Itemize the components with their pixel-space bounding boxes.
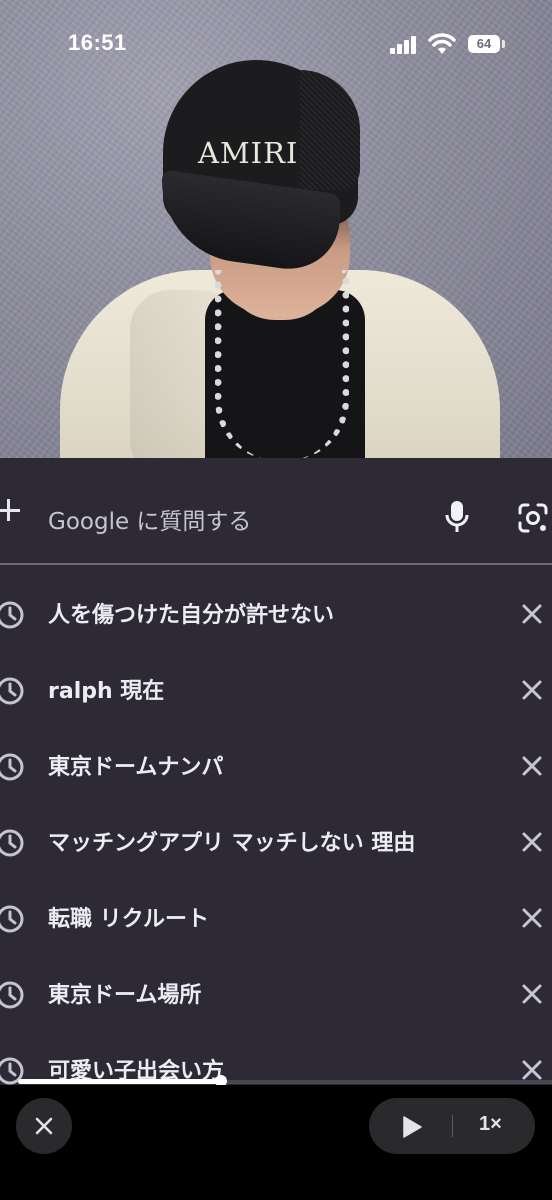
microphone-icon[interactable] [444,500,470,534]
close-icon[interactable] [521,755,543,777]
search-bar[interactable]: Google に質問する [0,458,552,565]
history-item[interactable]: マッチングアプリ マッチしない 理由 [0,803,552,879]
status-bar: 16:51 64 [0,0,552,90]
history-item-text: ralph 現在 [48,679,165,704]
battery-cap [502,40,505,48]
history-item[interactable]: 人を傷つけた自分が許せない [0,575,552,651]
close-icon[interactable] [521,831,543,853]
clock-icon [0,601,24,629]
clock-icon [0,905,24,933]
search-panel: Google に質問する 人を傷つけた自分が許せない ralph 現在 東京ドー… [0,458,552,1085]
close-icon[interactable] [521,603,543,625]
playback-controls: 1× [369,1098,535,1154]
play-icon[interactable] [401,1116,423,1138]
plus-icon[interactable] [0,498,22,522]
clock-icon [0,981,24,1009]
clock-icon [0,753,24,781]
history-item-text: マッチングアプリ マッチしない 理由 [48,831,416,856]
cellular-signal-icon [390,36,416,54]
clock-icon [0,677,24,705]
close-icon[interactable] [521,679,543,701]
player-bar: 1× [0,1085,552,1200]
battery-icon: 64 [468,35,500,53]
close-icon[interactable] [521,983,543,1005]
battery-level: 64 [476,36,492,51]
close-icon[interactable] [521,1059,543,1081]
history-item-text: 東京ドームナンパ [48,755,224,780]
progress-fill [18,1079,221,1084]
playback-speed-button[interactable]: 1× [479,1113,502,1136]
history-item[interactable]: 東京ドームナンパ [0,727,552,803]
clock-icon [0,829,24,857]
video-frame: AMIRI 16:51 64 [0,0,552,458]
history-item-text: 転職 リクルート [48,907,209,932]
history-item[interactable]: ralph 現在 [0,651,552,727]
close-player-button[interactable] [16,1098,72,1154]
history-item[interactable]: 転職 リクルート [0,879,552,955]
chain-necklace [215,270,349,458]
lens-icon[interactable] [517,503,549,533]
history-item-text: 人を傷つけた自分が許せない [48,603,335,628]
wifi-icon [428,33,456,54]
controls-divider [452,1115,453,1137]
clock: 16:51 [68,30,127,55]
history-item[interactable]: 東京ドーム場所 [0,955,552,1031]
cap-logo: AMIRI [198,136,299,170]
close-icon[interactable] [521,907,543,929]
history-item-text: 東京ドーム場所 [48,983,202,1008]
search-input[interactable]: Google に質問する [48,502,251,536]
close-icon [35,1117,53,1135]
